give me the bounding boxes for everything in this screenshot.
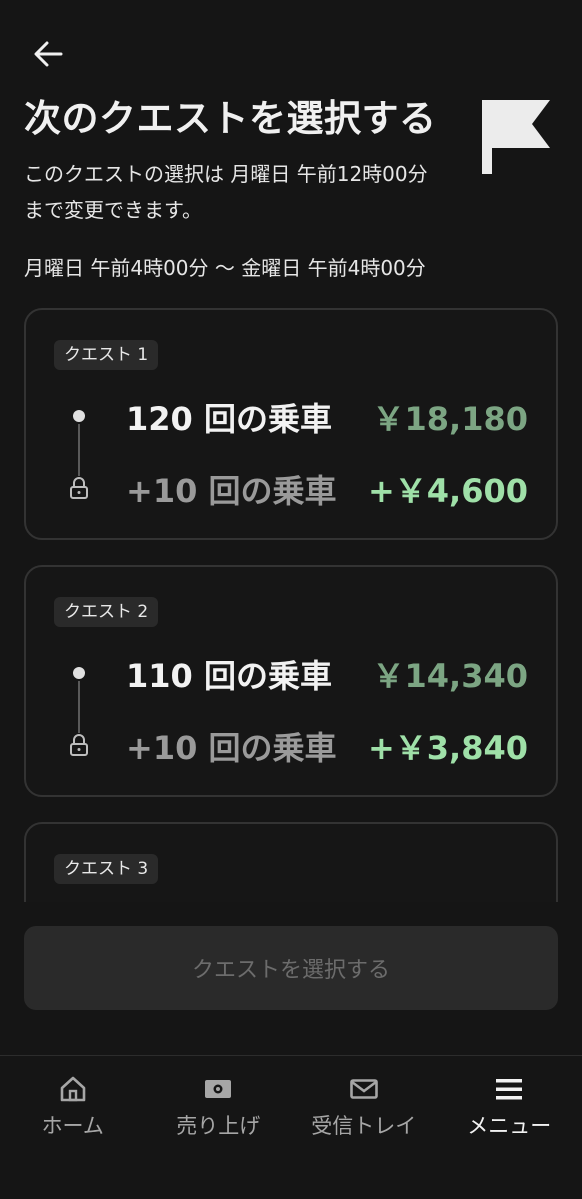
- quest-card-1[interactable]: クエスト 1 120 回の乗車 ￥18,180 +10 回の乗車 +￥4,600: [24, 308, 558, 540]
- select-quest-button[interactable]: クエストを選択する: [24, 926, 558, 1010]
- nav-item-inbox[interactable]: 受信トレイ: [291, 1056, 437, 1199]
- lock-icon: [70, 734, 88, 756]
- step-dot: [73, 410, 85, 422]
- reward-amount: ￥18,180: [372, 400, 529, 438]
- wallet-icon: [205, 1080, 232, 1098]
- lock-icon: [70, 477, 88, 499]
- quest-period: 月曜日 午前4時00分 〜 金曜日 午前4時00分: [24, 256, 426, 280]
- description-text: このクエストの選択は 月曜日 午前12時00分 まで変更できます。: [24, 162, 428, 222]
- extra-reward-amount: +￥4,600: [367, 472, 528, 510]
- quest-card-2[interactable]: クエスト 2 110 回の乗車 ￥14,340 +10 回の乗車 +￥3,840: [24, 565, 558, 797]
- extra-rides: +10 回の乗車: [126, 472, 337, 510]
- nav-label: 売り上げ: [176, 1114, 261, 1138]
- nav-label: ホーム: [41, 1114, 104, 1138]
- flag-icon: [482, 100, 550, 174]
- rides-target: 120 回の乗車: [126, 400, 332, 438]
- nav-item-home[interactable]: ホーム: [0, 1056, 146, 1199]
- quest-card-3[interactable]: クエスト 3: [24, 822, 558, 902]
- rides-target: 110 回の乗車: [126, 657, 332, 695]
- nav-item-earnings[interactable]: 売り上げ: [146, 1056, 292, 1199]
- nav-label: 受信トレイ: [311, 1114, 417, 1138]
- extra-rides: +10 回の乗車: [126, 729, 337, 767]
- quest-list[interactable]: クエスト 1 120 回の乗車 ￥18,180 +10 回の乗車 +￥4,600…: [0, 300, 582, 902]
- mail-icon: [349, 1079, 378, 1099]
- nav-item-menu[interactable]: メニュー: [437, 1056, 582, 1199]
- bottom-nav: ホーム 売り上げ 受信トレイ メニュー: [0, 1056, 582, 1199]
- step-line: [78, 424, 80, 476]
- reward-amount: ￥14,340: [372, 657, 529, 695]
- menu-icon: [496, 1079, 523, 1100]
- back-button[interactable]: [30, 38, 66, 70]
- extra-reward-amount: +￥3,840: [367, 729, 528, 767]
- quest-badge: クエスト 3: [54, 854, 159, 884]
- step-line: [78, 681, 80, 733]
- quest-badge: クエスト 1: [54, 340, 159, 370]
- quest-badge: クエスト 2: [54, 597, 159, 627]
- arrow-left-icon: [34, 41, 63, 67]
- nav-label: メニュー: [467, 1114, 552, 1138]
- page-title: 次のクエストを選択する: [24, 97, 437, 140]
- home-icon: [60, 1076, 86, 1102]
- step-dot: [73, 667, 85, 679]
